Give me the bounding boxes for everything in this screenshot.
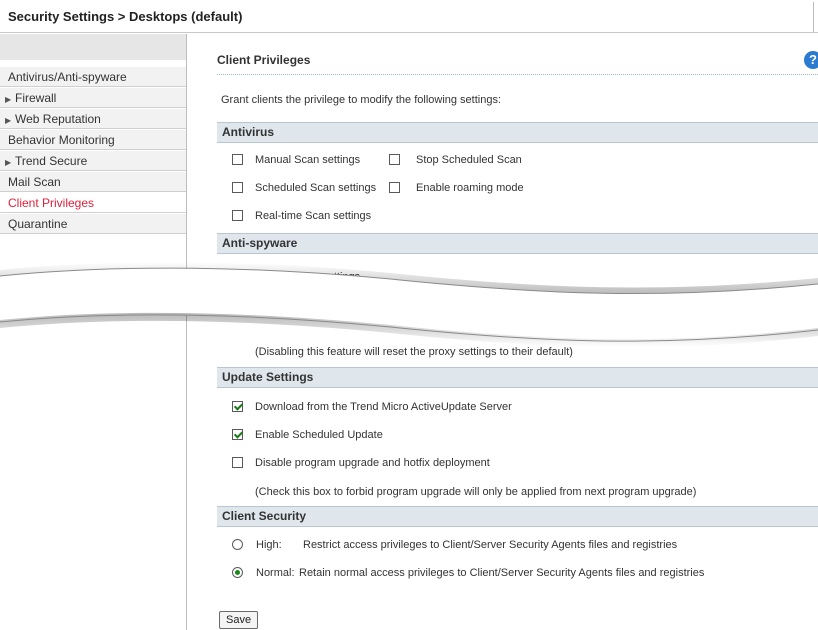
sidebar-item-trend-secure[interactable]: ▶ Trend Secure — [0, 150, 186, 171]
triangle-right-icon: ▶ — [5, 116, 12, 125]
sidebar-top-band — [0, 34, 186, 60]
sidebar-item-label: Behavior Monitoring — [8, 133, 115, 147]
spyware-manual-scan-label: Manual Scan settings — [255, 271, 361, 283]
proxy-label-fragment: ttings — [435, 320, 462, 332]
main-content: Client Privileges ? Grant clients the pr… — [188, 34, 818, 630]
sidebar-item-quarantine[interactable]: Quarantine — [0, 213, 186, 234]
manual-scan-checkbox[interactable] — [232, 154, 243, 165]
client-security-header: Client Security — [217, 506, 818, 527]
sidebar-item-label: Trend Secure — [15, 154, 88, 168]
sidebar-item-label: Web Reputation — [15, 112, 101, 126]
antivirus-header: Antivirus — [217, 122, 818, 143]
stop-scheduled-scan-checkbox[interactable] — [389, 154, 400, 165]
title-bar: Security Settings > Desktops (default) — [0, 0, 818, 33]
scheduled-scan-checkbox[interactable] — [232, 182, 243, 193]
title-divider — [217, 74, 818, 75]
sidebar-item-firewall[interactable]: ▶ Firewall — [0, 87, 186, 108]
sidebar-item-mail-scan[interactable]: Mail Scan — [0, 171, 186, 192]
sidebar-menu: Antivirus/Anti-spyware ▶ Firewall ▶ Web Re… — [0, 66, 186, 234]
help-icon[interactable]: ? — [804, 51, 818, 69]
security-high-radio[interactable] — [232, 539, 243, 550]
update-settings-header: Update Settings — [217, 367, 818, 388]
sidebar-item-client-privileges[interactable]: Client Privileges — [0, 192, 186, 213]
window-edge — [813, 2, 814, 32]
scheduled-update-label: Enable Scheduled Update — [255, 429, 383, 441]
sidebar-item-antivirus-antispyware[interactable]: Antivirus/Anti-spyware — [0, 66, 186, 87]
stop-scheduled-scan-label: Stop Scheduled Scan — [416, 154, 522, 166]
realtime-scan-label: Real-time Scan settings — [255, 210, 372, 222]
manual-scan-label: Manual Scan settings — [255, 154, 361, 166]
sidebar-item-label: Mail Scan — [8, 175, 61, 189]
security-high-description: Restrict access privileges to Client/Ser… — [303, 539, 678, 551]
download-activeupdate-label: Download from the Trend Micro ActiveUpda… — [255, 401, 512, 413]
triangle-right-icon: ▶ — [5, 95, 12, 104]
sidebar-item-web-reputation[interactable]: ▶ Web Reputation — [0, 108, 186, 129]
intro-text: Grant clients the privilege to modify th… — [221, 94, 502, 106]
realtime-scan-checkbox[interactable] — [232, 210, 243, 221]
antispyware-header: Anti-spyware — [217, 233, 818, 254]
sidebar-item-label: Antivirus/Anti-spyware — [8, 70, 127, 84]
roaming-mode-label: Enable roaming mode — [416, 182, 524, 194]
roaming-mode-checkbox[interactable] — [389, 182, 400, 193]
page-title: Client Privileges — [217, 53, 311, 67]
security-high-level: High: — [256, 539, 282, 551]
sidebar: Antivirus/Anti-spyware ▶ Firewall ▶ Web Re… — [0, 34, 187, 630]
breadcrumb: Security Settings > Desktops (default) — [8, 9, 243, 24]
proxy-note: (Disabling this feature will reset the p… — [255, 346, 573, 358]
sidebar-item-behavior-monitoring[interactable]: Behavior Monitoring — [0, 129, 186, 150]
save-button[interactable]: Save — [219, 611, 259, 629]
triangle-right-icon: ▶ — [5, 158, 12, 167]
security-normal-description: Retain normal access privileges to Clien… — [299, 567, 705, 579]
sidebar-item-label: Firewall — [15, 91, 57, 105]
scheduled-update-checkbox[interactable] — [232, 429, 243, 440]
security-normal-level: Normal: — [256, 567, 295, 579]
disable-upgrade-label: Disable program upgrade and hotfix deplo… — [255, 457, 490, 469]
download-activeupdate-checkbox[interactable] — [232, 401, 243, 412]
spyware-manual-scan-checkbox[interactable] — [232, 271, 243, 282]
disable-upgrade-checkbox[interactable] — [232, 457, 243, 468]
security-normal-radio[interactable] — [232, 567, 243, 578]
sidebar-item-label: Client Privileges — [8, 196, 95, 210]
scheduled-scan-label: Scheduled Scan settings — [255, 182, 377, 194]
upgrade-note: (Check this box to forbid program upgrad… — [255, 486, 697, 498]
sidebar-item-label: Quarantine — [8, 217, 68, 231]
